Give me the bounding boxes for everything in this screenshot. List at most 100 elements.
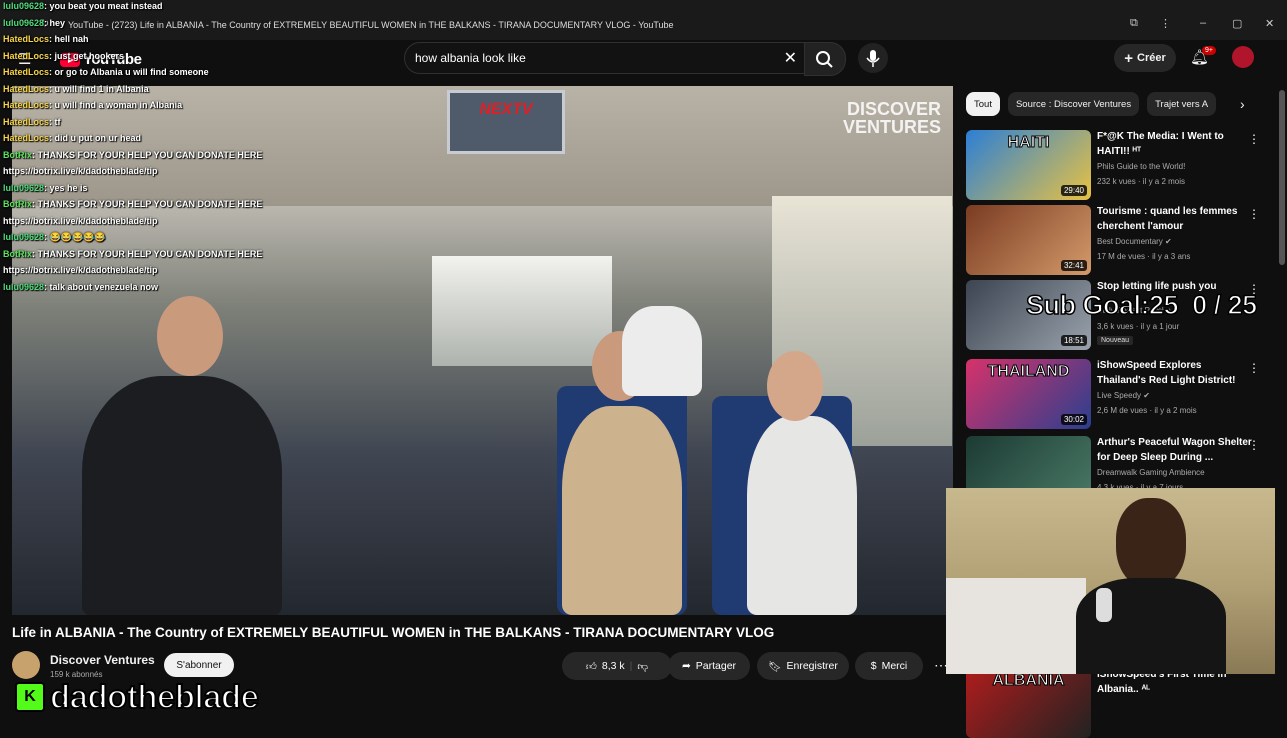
video-thumbnail[interactable]: ALBANIA: [966, 668, 1091, 738]
chat-text: : did u put on ur head: [49, 133, 142, 143]
chat-message: lulu09628: you beat you meat instead: [3, 0, 333, 15]
bookmark-icon: 🔖︎: [768, 660, 782, 673]
girl-white-top: [747, 416, 857, 615]
recommended-title[interactable]: F*@K The Media: I Went to HAITI!! ᴴᵀ: [1097, 130, 1252, 159]
share-label: Partager: [695, 660, 737, 672]
recommended-channel[interactable]: Live Speedy ✔: [1097, 391, 1150, 400]
sub-goal-overlay: Sub Goal:25 0 / 25: [1025, 289, 1258, 321]
page-scrollbar[interactable]: [1279, 90, 1285, 265]
more-options-icon[interactable]: ⋮: [1248, 361, 1260, 375]
thumbnail-text: HAITI: [1007, 134, 1050, 152]
chat-text: : tf: [49, 116, 61, 127]
video-thumbnail[interactable]: THAILAND 30:02: [966, 359, 1091, 429]
stream-chat-overlay: lulu09628: you beat you meat instead lulu…: [3, 0, 333, 295]
streamer-webcam: [946, 488, 1275, 674]
chat-username: lulu09628: [3, 17, 45, 28]
recommended-channel[interactable]: Phils Guide to the World!: [1097, 162, 1185, 171]
recommended-video[interactable]: 32:41 Tourisme : quand les femmes cherche…: [966, 205, 1266, 275]
video-thumbnail[interactable]: 32:41: [966, 205, 1091, 275]
chat-message: lulu09628: talk about venezuela now: [3, 279, 333, 296]
man-head: [157, 296, 223, 376]
chat-username: HatedLocs: [3, 50, 50, 61]
chat-text: https://botrix.live/k/dadotheblade/tip: [3, 265, 158, 275]
chat-message: lulu09628: hey: [3, 15, 333, 32]
chat-username: BotRix: [3, 248, 32, 259]
share-button[interactable]: ➦ Partager: [668, 652, 750, 680]
chat-message: BotRix: THANKS FOR YOUR HELP YOU CAN DON…: [3, 196, 333, 213]
discover-ventures-watermark: DISCOVER VENTURES: [842, 99, 941, 137]
video-duration: 32:41: [1060, 260, 1087, 271]
account-avatar[interactable]: [1232, 46, 1254, 68]
chat-text: https://botrix.live/k/dadotheblade/tip: [3, 215, 158, 226]
streamer-name-overlay: K dadotheblade: [15, 677, 260, 716]
filter-chips: Tout Source : Discover Ventures Trajet ver…: [966, 92, 1217, 116]
clear-search-icon[interactable]: ✕: [784, 48, 797, 68]
chat-message: HatedLocs: u will find 1 in Albania: [3, 81, 333, 98]
extensions-icon[interactable]: ⧉: [1130, 17, 1138, 30]
search-box[interactable]: how albania look like ✕: [404, 42, 806, 74]
recommended-title[interactable]: iShowSpeed Explores Thailand's Red Light…: [1097, 359, 1252, 388]
recommended-meta: 232 k vues · il y a 2 mois: [1097, 177, 1186, 186]
search-button[interactable]: [804, 42, 846, 76]
like-count: 8,3 k: [601, 660, 625, 672]
chat-message: HatedLocs: did u put on ur head: [3, 130, 333, 147]
thanks-button[interactable]: $ Merci: [855, 652, 923, 680]
chat-message: https://botrix.live/k/dadotheblade/tip: [3, 163, 333, 180]
microphone-icon: [866, 50, 880, 67]
recommended-title[interactable]: Tourisme : quand les femmes cherchent l'…: [1097, 205, 1252, 234]
more-options-icon[interactable]: ⋮: [1248, 132, 1260, 146]
voice-search-button[interactable]: [858, 43, 888, 73]
chat-text: : just get hookers: [49, 50, 125, 61]
more-options-icon[interactable]: ⋮: [1248, 207, 1260, 221]
chat-message: lulu09628: 😂😂😂😂😂: [3, 229, 333, 246]
chat-username: HatedLocs: [3, 100, 50, 110]
more-options-icon[interactable]: ⋮: [1160, 17, 1171, 30]
like-button[interactable]: 👍︎ 8,3 k: [586, 660, 625, 673]
recommended-title[interactable]: Arthur's Peaceful Wagon Shelter for Deep…: [1097, 436, 1252, 465]
create-button[interactable]: + Créer: [1114, 44, 1176, 72]
save-label: Enregistrer: [786, 660, 838, 672]
chat-text: : u will find 1 in Albania: [49, 83, 149, 94]
recommended-channel[interactable]: Dreamwalk Gaming Ambience: [1097, 468, 1205, 477]
search-input[interactable]: how albania look like: [415, 51, 526, 65]
thumbnail-text: THAILAND: [987, 363, 1070, 381]
video-thumbnail[interactable]: HAITI 29:40: [966, 130, 1091, 200]
maximize-icon[interactable]: ▢: [1232, 17, 1242, 30]
recommended-video[interactable]: THAILAND 30:02 iShowSpeed Explores Thailan…: [966, 359, 1266, 429]
filter-chip[interactable]: Tout: [966, 92, 1000, 116]
man-in-black-shirt: [82, 376, 282, 615]
chat-text: https://botrix.live/k/dadotheblade/tip: [3, 166, 158, 176]
streamer-name: dadotheblade: [49, 677, 260, 716]
chat-text: : or go to Albania u will find someone: [49, 67, 209, 77]
close-window-icon[interactable]: ✕: [1265, 17, 1274, 30]
sub-goal-progress: 0 / 25: [1191, 289, 1258, 321]
chat-message: HatedLocs: u will find a woman in Albani…: [3, 97, 333, 114]
chat-message: HatedLocs: or go to Albania u will find …: [3, 64, 333, 81]
recommended-video[interactable]: HAITI 29:40 F*@K The Media: I Went to HAIT…: [966, 130, 1266, 200]
chat-username: lulu09628: [3, 182, 45, 193]
create-label: Créer: [1137, 52, 1166, 64]
channel-name[interactable]: Discover Ventures: [50, 653, 155, 667]
notification-count-badge: 9+: [1202, 46, 1216, 55]
video-title: Life in ALBANIA - The Country of EXTREME…: [12, 625, 775, 640]
chat-username: HatedLocs: [3, 67, 50, 77]
recommended-video[interactable]: ALBANIA iShowSpeed's First Time in Albani…: [966, 668, 1266, 738]
filter-chip[interactable]: Source : Discover Ventures: [1007, 92, 1140, 116]
chat-username: lulu09628: [3, 281, 45, 292]
dislike-button[interactable]: 👎︎: [637, 660, 648, 673]
subscribe-button[interactable]: S'abonner: [164, 653, 234, 677]
more-options-icon[interactable]: ⋮: [1248, 438, 1260, 452]
chat-text: : you beat you meat instead: [44, 1, 163, 11]
video-duration: 18:51: [1060, 335, 1087, 346]
minimize-icon[interactable]: –: [1200, 17, 1206, 29]
bus-front-window: [432, 256, 612, 366]
chip-scroll-right-icon[interactable]: ›: [1240, 96, 1245, 112]
recommended-channel[interactable]: Best Documentary ✔: [1097, 237, 1172, 246]
recommended-meta: 17 M de vues · il y a 3 ans: [1097, 252, 1191, 261]
channel-avatar[interactable]: [12, 651, 40, 679]
chat-message: BotRix: THANKS FOR YOUR HELP YOU CAN DON…: [3, 246, 333, 263]
filter-chip[interactable]: Trajet vers A: [1147, 92, 1217, 116]
save-button[interactable]: 🔖︎ Enregistrer: [757, 652, 849, 680]
chat-username: HatedLocs: [3, 34, 50, 44]
chat-username: lulu09628: [3, 1, 45, 11]
